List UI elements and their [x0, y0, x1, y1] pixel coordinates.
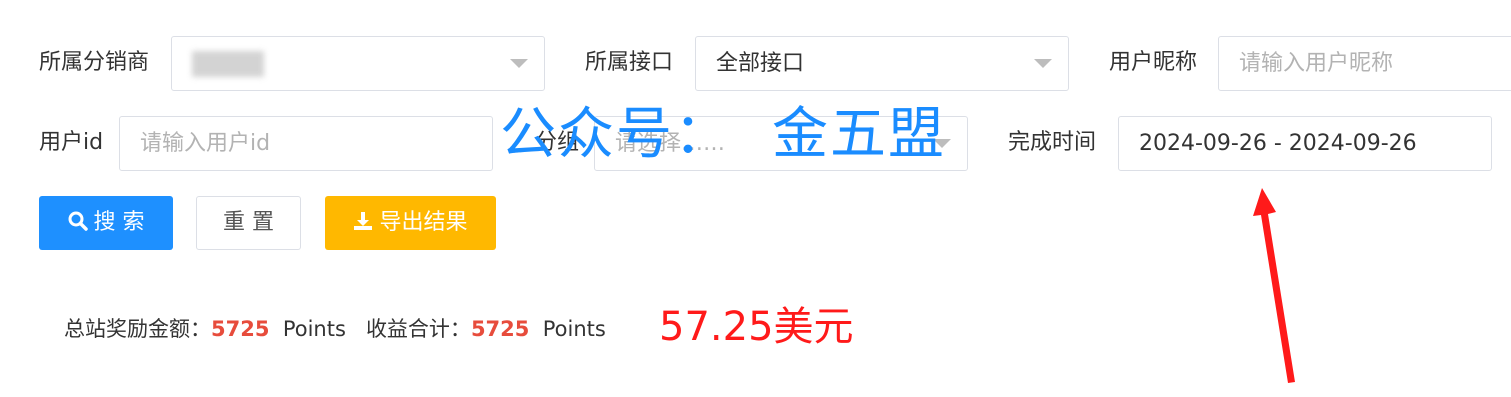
red-arrow-annotation	[1253, 188, 1295, 383]
